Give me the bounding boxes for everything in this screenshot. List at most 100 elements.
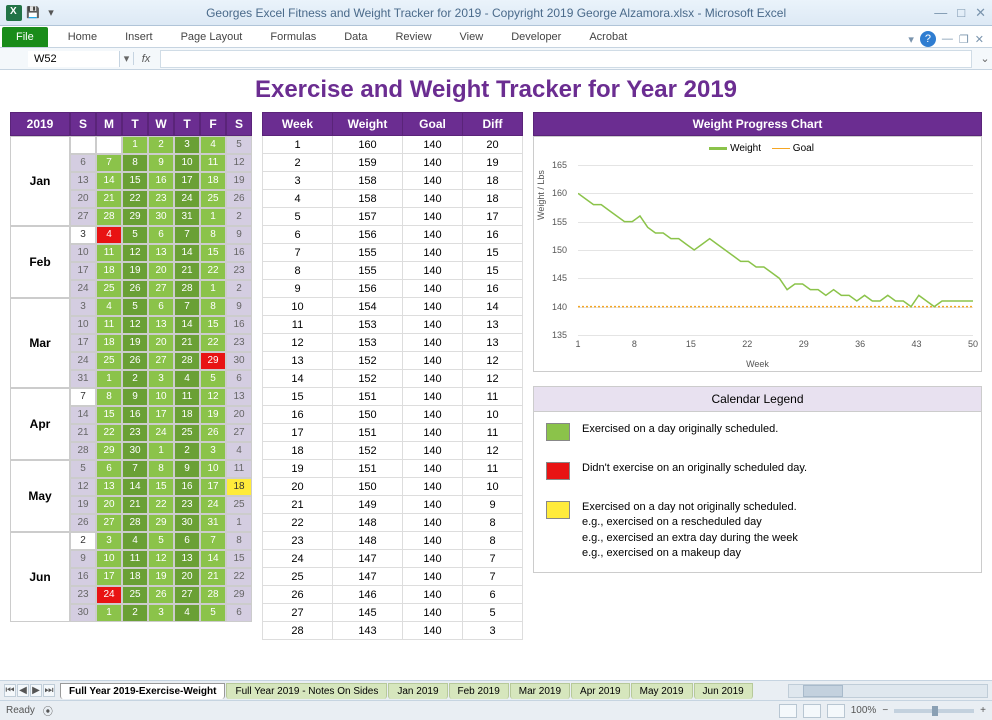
calendar-day[interactable]: 6	[226, 604, 252, 622]
calendar-day[interactable]: 12	[226, 154, 252, 172]
calendar-day[interactable]: 13	[148, 244, 174, 262]
calendar-day[interactable]: 30	[122, 442, 148, 460]
calendar-day[interactable]: 19	[226, 172, 252, 190]
calendar-day[interactable]: 19	[200, 406, 226, 424]
calendar-day[interactable]: 10	[174, 154, 200, 172]
calendar-day[interactable]: 10	[70, 244, 96, 262]
table-row[interactable]: 615614016	[263, 226, 523, 244]
calendar-day[interactable]: 1	[226, 514, 252, 532]
calendar-day[interactable]: 28	[70, 442, 96, 460]
calendar-day[interactable]: 11	[122, 550, 148, 568]
calendar-day[interactable]: 21	[96, 190, 122, 208]
win-close-icon[interactable]: ✕	[975, 33, 984, 46]
calendar-day[interactable]: 6	[226, 370, 252, 388]
calendar-day[interactable]: 4	[200, 136, 226, 154]
table-row[interactable]: 1315214012	[263, 352, 523, 370]
calendar-day[interactable]: 10	[200, 460, 226, 478]
calendar-day[interactable]: 20	[148, 262, 174, 280]
table-row[interactable]: 1615014010	[263, 406, 523, 424]
calendar-day[interactable]: 3	[70, 226, 96, 244]
table-row[interactable]: 1015414014	[263, 298, 523, 316]
calendar-day[interactable]: 11	[174, 388, 200, 406]
calendar-day[interactable]: 14	[174, 316, 200, 334]
calendar-day[interactable]: 4	[174, 370, 200, 388]
calendar-day[interactable]: 18	[122, 568, 148, 586]
calendar-day[interactable]: 17	[70, 334, 96, 352]
calendar-day[interactable]: 17	[200, 478, 226, 496]
calendar-day[interactable]: 5	[200, 370, 226, 388]
calendar-day[interactable]: 16	[226, 244, 252, 262]
calendar-day[interactable]: 18	[96, 334, 122, 352]
calendar-day[interactable]: 25	[96, 280, 122, 298]
calendar-day[interactable]: 22	[122, 190, 148, 208]
tab-review[interactable]: Review	[381, 27, 445, 47]
calendar-day[interactable]: 8	[96, 388, 122, 406]
calendar-day[interactable]: 14	[122, 478, 148, 496]
calendar-day[interactable]: 3	[200, 442, 226, 460]
namebox-dropdown-icon[interactable]: ▾	[120, 52, 134, 65]
calendar-day[interactable]: 30	[226, 352, 252, 370]
calendar-day[interactable]: 12	[122, 244, 148, 262]
calendar-day[interactable]: 6	[148, 226, 174, 244]
table-row[interactable]: 315814018	[263, 172, 523, 190]
tab-data[interactable]: Data	[330, 27, 381, 47]
calendar-day[interactable]: 9	[226, 226, 252, 244]
zoom-slider[interactable]	[894, 709, 974, 713]
calendar-day[interactable]: 19	[148, 568, 174, 586]
calendar-day[interactable]: 5	[226, 136, 252, 154]
tab-acrobat[interactable]: Acrobat	[575, 27, 641, 47]
calendar-day[interactable]: 1	[96, 370, 122, 388]
table-row[interactable]: 211491409	[263, 496, 523, 514]
sheet-tab[interactable]: Jan 2019	[388, 683, 447, 699]
calendar-day[interactable]: 10	[148, 388, 174, 406]
calendar-day[interactable]: 21	[174, 262, 200, 280]
calendar-day[interactable]: 13	[148, 316, 174, 334]
calendar-day[interactable]: 28	[174, 352, 200, 370]
calendar-day[interactable]: 24	[70, 352, 96, 370]
sheet-nav-first-icon[interactable]: ⏮	[4, 684, 16, 697]
calendar-day[interactable]: 25	[174, 424, 200, 442]
calendar-day[interactable]: 7	[174, 298, 200, 316]
calendar-day[interactable]: 1	[200, 208, 226, 226]
table-row[interactable]: 281431403	[263, 622, 523, 640]
calendar-day[interactable]: 2	[122, 604, 148, 622]
calendar-day[interactable]: 2	[122, 370, 148, 388]
calendar-day[interactable]: 21	[122, 496, 148, 514]
calendar-day[interactable]: 10	[70, 316, 96, 334]
table-row[interactable]: 515714017	[263, 208, 523, 226]
calendar-day[interactable]: 27	[148, 352, 174, 370]
sheet-tab[interactable]: Jun 2019	[694, 683, 753, 699]
horizontal-scrollbar[interactable]	[788, 684, 988, 698]
calendar-day[interactable]: 9	[122, 388, 148, 406]
calendar-day[interactable]: 14	[96, 172, 122, 190]
calendar-day[interactable]: 5	[122, 226, 148, 244]
calendar-day[interactable]: 14	[174, 244, 200, 262]
sheet-tab[interactable]: Full Year 2019 - Notes On Sides	[226, 683, 387, 699]
calendar-day[interactable]: 30	[70, 604, 96, 622]
calendar-day[interactable]: 18	[96, 262, 122, 280]
calendar-day[interactable]: 27	[70, 208, 96, 226]
calendar-day[interactable]: 4	[226, 442, 252, 460]
calendar-day[interactable]: 1	[148, 442, 174, 460]
fx-icon[interactable]: fx	[134, 53, 158, 65]
calendar-day[interactable]: 2	[174, 442, 200, 460]
calendar-day[interactable]: 23	[70, 586, 96, 604]
calendar-day[interactable]: 4	[122, 532, 148, 550]
calendar-day[interactable]: 16	[148, 172, 174, 190]
calendar-day[interactable]: 26	[122, 352, 148, 370]
calendar-day[interactable]: 3	[148, 604, 174, 622]
calendar-day[interactable]: 26	[70, 514, 96, 532]
calendar-day[interactable]: 28	[122, 514, 148, 532]
sheet-tab[interactable]: Apr 2019	[571, 683, 630, 699]
view-pagebreak-icon[interactable]	[827, 704, 845, 718]
calendar-day[interactable]: 29	[122, 208, 148, 226]
calendar-day[interactable]: 22	[148, 496, 174, 514]
close-icon[interactable]: ✕	[975, 5, 986, 21]
calendar-day[interactable]: 21	[174, 334, 200, 352]
calendar-day[interactable]: 8	[148, 460, 174, 478]
table-row[interactable]: 116014020	[263, 136, 523, 154]
calendar-day[interactable]: 15	[96, 406, 122, 424]
calendar-day[interactable]: 28	[96, 208, 122, 226]
calendar-day[interactable]: 22	[96, 424, 122, 442]
view-normal-icon[interactable]	[779, 704, 797, 718]
